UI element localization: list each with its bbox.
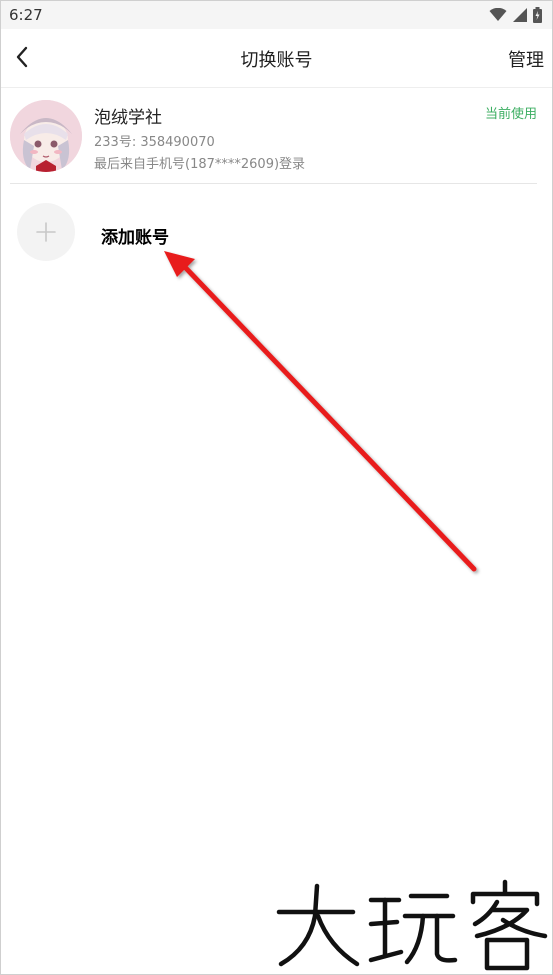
current-account-badge: 当前使用 [484, 107, 537, 122]
signal-icon [513, 8, 527, 22]
watermark-logo [276, 879, 548, 971]
account-uid: 233号: 358490070 [94, 135, 215, 150]
manage-button[interactable]: 管理 [508, 46, 544, 72]
account-item[interactable]: 泡绒学社 233号: 358490070 最后来自手机号(187****2609… [10, 97, 537, 184]
app-frame: 6:27 切换账号 管理 泡绒学社 233号: 358490070 最后来自手机… [0, 0, 553, 975]
add-account-button[interactable]: 添加账号 [17, 201, 317, 261]
account-last-login: 最后来自手机号(187****2609)登录 [94, 157, 306, 172]
add-account-label: 添加账号 [101, 228, 169, 248]
plus-icon [36, 222, 56, 242]
add-account-circle[interactable] [17, 203, 75, 261]
battery-icon [533, 7, 542, 23]
account-name: 泡绒学社 [94, 108, 162, 128]
avatar [10, 100, 82, 172]
header-bar: 切换账号 管理 [1, 29, 552, 88]
page-title: 切换账号 [240, 50, 313, 71]
status-bar: 6:27 [1, 1, 552, 29]
status-time: 6:27 [9, 6, 43, 24]
status-icons [489, 7, 542, 23]
wifi-icon [489, 8, 507, 21]
